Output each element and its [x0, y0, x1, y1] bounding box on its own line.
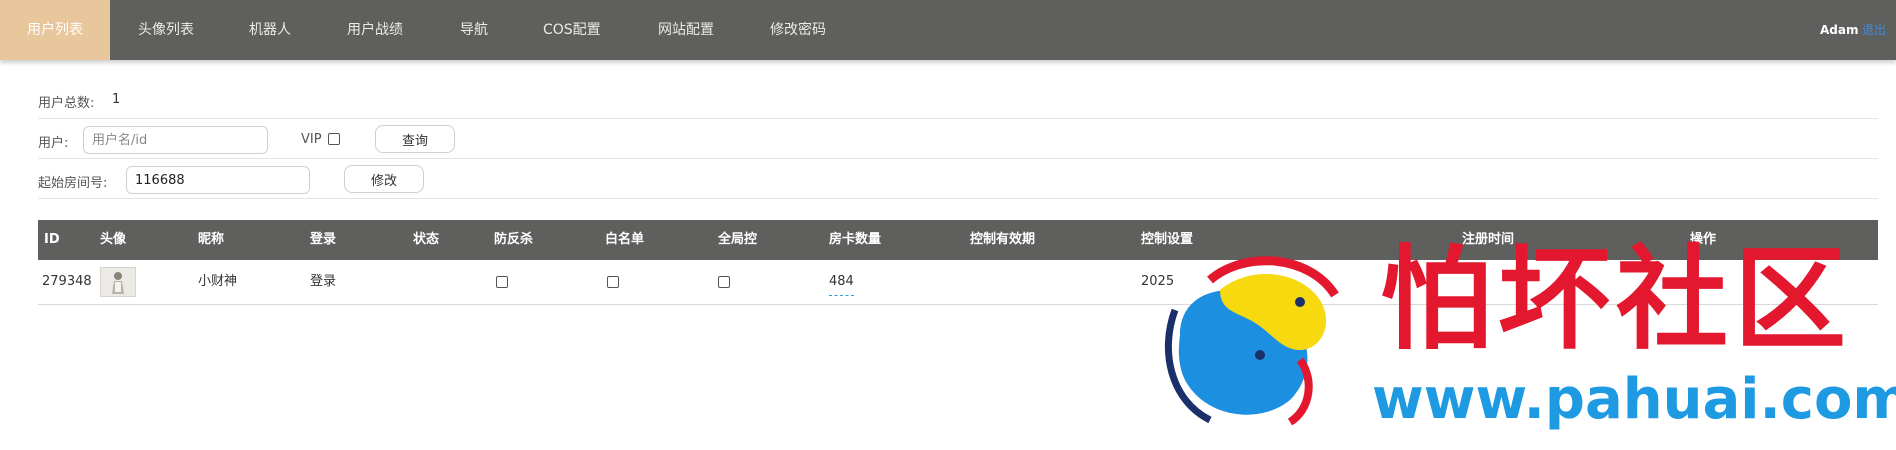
col-header-anti-kill: 防反杀	[494, 232, 534, 247]
nav-item-site-config[interactable]: 网站配置	[658, 0, 714, 60]
nav-item-change-password[interactable]: 修改密码	[770, 0, 826, 60]
divider	[38, 158, 1878, 159]
col-header-status: 状态	[413, 232, 440, 247]
divider	[38, 198, 1878, 199]
avatar-figure-icon	[101, 268, 135, 296]
current-user: Adam	[1820, 23, 1859, 37]
vip-checkbox[interactable]	[328, 133, 340, 145]
modify-button[interactable]: 修改	[344, 165, 424, 193]
col-header-login: 登录	[310, 232, 337, 247]
user-search-input[interactable]	[83, 126, 268, 154]
col-header-card-count: 房卡数量	[829, 232, 882, 247]
col-header-whitelist: 白名单	[605, 232, 645, 247]
card-count-editable[interactable]: 484	[829, 273, 854, 296]
start-room-label: 起始房间号:	[38, 176, 108, 191]
col-header-global-control: 全局控	[718, 232, 758, 247]
nav-item-cos-config[interactable]: COS配置	[543, 0, 601, 60]
vip-label: VIP	[301, 132, 322, 147]
user-total-value: 1	[112, 92, 121, 107]
nav-item-user-list[interactable]: 用户列表	[0, 0, 110, 60]
logout-link[interactable]: 退出	[1862, 0, 1886, 60]
nav-item-navigation[interactable]: 导航	[460, 0, 488, 60]
nav-item-user-record[interactable]: 用户战绩	[347, 0, 403, 60]
nav-item-robot[interactable]: 机器人	[249, 0, 291, 60]
col-header-nickname: 昵称	[198, 232, 225, 247]
watermark-url-text: www.pahuai.com	[1372, 367, 1896, 432]
col-header-control-expiry: 控制有效期	[970, 232, 1036, 247]
cell-nickname: 小财神	[198, 274, 238, 289]
watermark-cn-text: 怕坏社区	[1380, 235, 1852, 365]
top-nav: 用户列表 头像列表 机器人 用户战绩 导航 COS配置 网站配置 修改密码 Ad…	[0, 0, 1896, 60]
fish-logo-icon	[1165, 256, 1339, 426]
nav-item-avatar-list[interactable]: 头像列表	[138, 0, 194, 60]
start-room-input[interactable]	[126, 166, 310, 194]
query-button[interactable]: 查询	[375, 125, 455, 153]
anti-kill-checkbox[interactable]	[496, 276, 508, 288]
cell-id: 279348	[42, 274, 92, 289]
login-link[interactable]: 登录	[310, 260, 336, 304]
col-header-avatar: 头像	[100, 232, 127, 247]
col-header-id: ID	[44, 232, 60, 247]
whitelist-checkbox[interactable]	[607, 276, 619, 288]
avatar	[100, 267, 136, 297]
user-total-label: 用户总数:	[38, 96, 95, 111]
global-control-checkbox[interactable]	[718, 276, 730, 288]
user-search-label: 用户:	[38, 136, 69, 151]
divider	[38, 118, 1878, 119]
